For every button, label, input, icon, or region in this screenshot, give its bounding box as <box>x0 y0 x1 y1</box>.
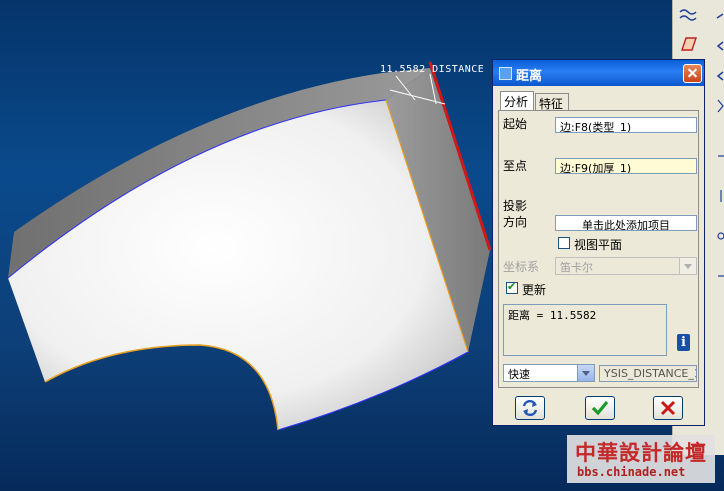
from-label: 起始 <box>503 117 528 131</box>
cancel-button[interactable] <box>653 396 683 420</box>
view-icon[interactable] <box>715 6 724 26</box>
view-plane-label: 视图平面 <box>574 238 623 252</box>
repeat-button[interactable] <box>515 396 545 420</box>
dialog-app-icon <box>499 67 512 80</box>
curve-analysis-icon[interactable] <box>678 6 698 26</box>
repeat-icon <box>522 399 538 417</box>
view-icon[interactable] <box>715 226 724 246</box>
watermark-url: bbs.chinade.net <box>577 465 686 479</box>
ok-icon <box>591 400 609 416</box>
analysis-name-field[interactable]: YSIS_DISTANCE_1 <box>599 365 697 382</box>
dimension-readout: 11.5582 DISTANCE <box>380 64 485 75</box>
view-icon[interactable] <box>715 266 724 286</box>
forum-watermark: 中華設計論壇 bbs.chinade.net <box>567 435 715 483</box>
plane-icon[interactable] <box>678 34 698 54</box>
to-field[interactable]: 边:F9(加厚_1) <box>555 158 697 174</box>
view-icon[interactable] <box>715 96 724 116</box>
front-face <box>8 100 468 430</box>
dialog-title: 距离 <box>516 69 543 84</box>
chevron-down-icon <box>577 365 594 381</box>
analysis-panel: 起始 边:F8(类型_1) 至点 边:F9(加厚_1) 投影 方向 单击此处添加… <box>498 110 699 388</box>
arrow-icon[interactable] <box>715 36 724 56</box>
from-field[interactable]: 边:F8(类型_1) <box>555 117 697 133</box>
close-button[interactable] <box>683 64 702 83</box>
direction-field[interactable]: 单击此处添加项目 <box>555 215 697 231</box>
update-checkbox[interactable] <box>506 280 518 294</box>
chevron-down-icon <box>679 258 696 274</box>
mode-value: 快速 <box>508 368 530 381</box>
csys-value: 笛卡尔 <box>560 261 593 274</box>
result-box: 距离 = 11.5582 <box>503 304 667 356</box>
info-icon[interactable]: i <box>677 334 690 351</box>
csys-select: 笛卡尔 <box>555 257 697 275</box>
watermark-title: 中華設計論壇 <box>575 441 707 465</box>
result-text: 距离 = 11.5582 <box>508 309 597 322</box>
mode-select[interactable]: 快速 <box>503 364 595 382</box>
view-icon[interactable] <box>715 186 724 206</box>
dialog-titlebar[interactable]: 距离 <box>493 60 704 86</box>
tab-analysis[interactable]: 分析 <box>500 91 534 111</box>
view-plane-checkbox[interactable] <box>558 237 570 249</box>
direction-label: 方向 <box>503 215 528 229</box>
ok-button[interactable] <box>585 396 615 420</box>
to-label: 至点 <box>503 159 528 173</box>
update-label: 更新 <box>522 283 547 297</box>
projection-label: 投影 <box>503 199 528 213</box>
view-icon[interactable] <box>715 146 724 166</box>
axis-icon[interactable] <box>715 66 724 86</box>
tab-features[interactable]: 特征 <box>535 93 569 111</box>
cancel-icon <box>660 400 676 416</box>
distance-dialog: 距离 分析 特征 起始 边:F8(类型_1) 至点 边:F9(加厚_1) 投影 … <box>492 59 705 426</box>
csys-label: 坐标系 <box>503 260 540 274</box>
